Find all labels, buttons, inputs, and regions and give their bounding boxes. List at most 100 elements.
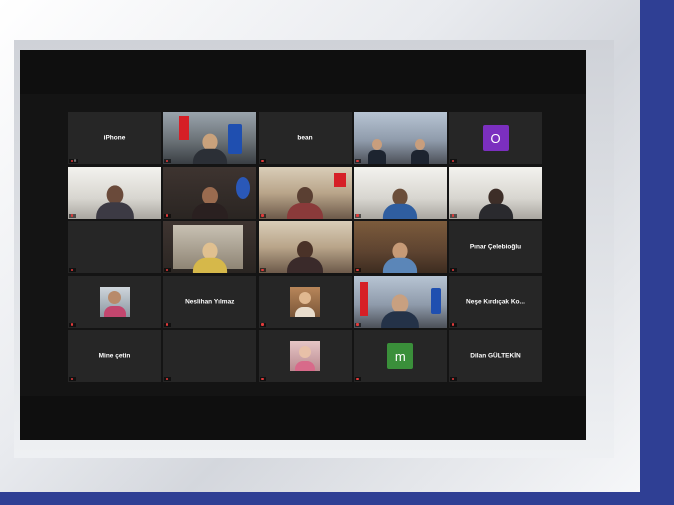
mic-muted-icon: [165, 159, 169, 163]
participant-tile[interactable]: [258, 221, 352, 273]
participant-tile[interactable]: [258, 275, 352, 328]
participant-label: [259, 268, 266, 272]
participant-label: [354, 377, 362, 381]
participant-label: [450, 268, 457, 272]
participant-label: [450, 213, 457, 218]
mic-muted-icon: [165, 268, 169, 272]
participant-tile[interactable]: [258, 166, 352, 219]
bottom-toolbar: [20, 396, 586, 440]
participant-label: [164, 322, 171, 327]
profile-photo: [290, 341, 320, 371]
participant-name: Mine çetin: [98, 352, 131, 360]
participant-figure: [478, 188, 513, 219]
mic-muted-icon: [70, 214, 73, 217]
participant-tile[interactable]: Neslihan Yılmaz: [163, 275, 257, 328]
participant-label: [354, 159, 362, 163]
participant-tile[interactable]: Mine çetin: [68, 330, 161, 382]
participant-label: [259, 213, 266, 218]
mic-muted-icon: [356, 214, 359, 217]
flag-decoration: [333, 172, 346, 187]
participant-tile[interactable]: [449, 166, 542, 219]
participant-figure: [287, 241, 323, 273]
mic-muted-icon: [451, 377, 454, 381]
participant-tile[interactable]: iPhone R: [68, 112, 161, 164]
participant-tile[interactable]: [353, 275, 447, 328]
flag-decoration: [179, 116, 190, 140]
participant-label: [259, 159, 266, 163]
mic-muted-icon: [261, 214, 264, 217]
mic-muted-icon: [70, 377, 73, 381]
participant-tile[interactable]: Neşe Kırdıçak Ko...: [449, 275, 542, 328]
participant-figure: [383, 188, 418, 219]
mic-muted-icon: [356, 377, 359, 381]
participant-tile[interactable]: [163, 221, 257, 273]
participant-label: [69, 213, 76, 218]
profile-photo: [290, 286, 320, 317]
participant-label: [259, 377, 266, 381]
mic-muted-icon: [451, 214, 454, 217]
participant-tile[interactable]: Pınar Çelebioğlu: [449, 221, 542, 273]
participant-tile[interactable]: [68, 221, 161, 273]
flag-decoration: [430, 287, 441, 314]
participant-tile[interactable]: [68, 166, 161, 219]
participant-label: [164, 159, 171, 163]
profile-photo: [99, 286, 130, 317]
participant-figure: [95, 184, 134, 219]
mic-muted-icon: [70, 268, 73, 272]
participant-tile[interactable]: O: [449, 112, 542, 164]
flag-decoration: [359, 281, 368, 316]
participant-tile[interactable]: bean: [258, 112, 352, 164]
participant-figure: [383, 242, 418, 273]
participant-figure: [287, 186, 323, 219]
participant-figure: [381, 293, 420, 328]
mic-muted-icon: [165, 323, 169, 326]
emblem-decoration: [236, 176, 251, 199]
mic-muted-icon: [356, 159, 359, 163]
participant-name: Dilan GÜLTEKİN: [470, 352, 521, 360]
participant-label: [69, 377, 76, 381]
participant-grid: iPhone R bean O Pınar Çelebioğlu Neslihan Yıl…: [68, 112, 542, 382]
participant-label: [354, 268, 362, 272]
mic-muted-icon: [261, 323, 264, 326]
participant-label: [450, 322, 457, 327]
participant-label: [354, 322, 362, 327]
mic-muted-icon: [451, 268, 454, 272]
participant-name: Neslihan Yılmaz: [185, 298, 235, 305]
participant-tile[interactable]: [163, 330, 257, 382]
participant-tile[interactable]: Dilan GÜLTEKİN: [449, 330, 542, 382]
participant-label: [69, 268, 76, 272]
participant-label: [164, 377, 171, 381]
participant-tile[interactable]: [163, 112, 257, 164]
participant-tile[interactable]: [353, 112, 447, 164]
mic-muted-icon: [165, 377, 169, 381]
participant-tile[interactable]: [163, 166, 257, 219]
top-bar: [20, 50, 586, 94]
mic-muted-icon: [451, 159, 454, 163]
video-call-window: iPhone R bean O Pınar Çelebioğlu Neslihan Yıl…: [20, 50, 586, 440]
participant-label: [450, 377, 457, 381]
participant-label: [164, 213, 171, 218]
mic-muted-icon: [70, 323, 73, 326]
participant-tile[interactable]: [258, 330, 352, 382]
emblem-decoration: [228, 124, 243, 154]
participant-label: [259, 322, 266, 327]
participant-figure: [192, 133, 227, 164]
participant-name: bean: [297, 134, 313, 142]
participant-label: [164, 268, 171, 272]
mic-muted-icon: [356, 323, 359, 326]
mic-muted-icon: [356, 268, 359, 272]
participant-avatar: O: [482, 125, 509, 151]
participant-avatar: m: [387, 343, 414, 369]
participant-figure: [191, 186, 228, 219]
mic-muted-icon: [261, 377, 264, 381]
participant-tile[interactable]: m: [353, 330, 447, 382]
participant-label: [354, 213, 362, 218]
participant-tile[interactable]: [353, 166, 447, 219]
participant-tile[interactable]: [68, 275, 161, 328]
participant-label: [69, 322, 76, 327]
participant-label: [450, 159, 457, 163]
mic-muted-icon: [165, 214, 169, 217]
mic-muted-icon: [451, 323, 454, 326]
participant-name: iPhone: [103, 134, 126, 142]
participant-tile[interactable]: [353, 221, 447, 273]
